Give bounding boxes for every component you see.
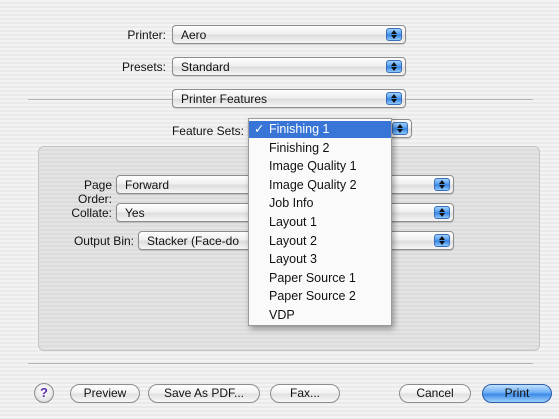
menu-item[interactable]: Layout 2 — [249, 233, 391, 250]
save-as-pdf-button[interactable]: Save As PDF... — [148, 384, 260, 403]
popup-arrows-icon — [434, 206, 450, 219]
print-dialog: { "printer": {"label": "Printer:", "valu… — [0, 0, 559, 419]
menu-item[interactable]: ✓ Finishing 1 — [249, 121, 391, 138]
output-bin-value: Stacker (Face-do — [147, 234, 240, 248]
menu-item-label: Layout 3 — [269, 252, 317, 267]
separator — [28, 363, 533, 364]
output-bin-label: Output Bin: — [73, 234, 134, 248]
page-order-label: Page Order: — [77, 178, 112, 206]
printer-value: Aero — [181, 28, 207, 42]
menu-item[interactable]: Image Quality 2 — [249, 177, 391, 194]
menu-item-label: Layout 1 — [269, 215, 317, 229]
feature-sets-label: Feature Sets: — [171, 124, 244, 138]
panel-popup[interactable]: Printer Features — [172, 89, 406, 108]
presets-value: Standard — [181, 60, 230, 74]
menu-item-label: Layout 2 — [269, 233, 317, 248]
page-order-value: Forward — [125, 178, 170, 192]
feature-sets-menu: ✓ Finishing 1 Finishing 2 Image Quality 1 Im… — [248, 118, 392, 326]
printer-label: Printer: — [127, 28, 166, 42]
presets-label: Presets: — [121, 60, 166, 74]
collate-label: Collate: — [71, 206, 112, 220]
menu-item-label: Image Quality 2 — [269, 177, 357, 192]
popup-arrows-icon — [434, 234, 450, 247]
popup-arrows-icon — [392, 122, 408, 135]
help-button[interactable]: ? — [34, 383, 54, 403]
menu-item-label: Job Info — [269, 196, 314, 211]
menu-item[interactable]: Paper Source 2 — [249, 288, 391, 305]
menu-item[interactable]: Image Quality 1 — [249, 158, 391, 175]
presets-popup[interactable]: Standard — [172, 57, 406, 76]
menu-item[interactable]: Layout 1 — [249, 214, 391, 231]
collate-value: Yes — [125, 206, 145, 220]
checkmark-icon: ✓ — [254, 122, 265, 136]
menu-item[interactable]: Job Info — [249, 195, 391, 212]
panel-value: Printer Features — [181, 92, 268, 106]
menu-item-label: Finishing 1 — [269, 122, 330, 136]
menu-item-label: VDP — [269, 308, 295, 322]
menu-item-label: Paper Source 2 — [269, 289, 356, 304]
fax-button[interactable]: Fax... — [270, 384, 340, 403]
help-icon: ? — [40, 385, 48, 400]
printer-popup[interactable]: Aero — [172, 25, 406, 44]
popup-arrows-icon — [386, 28, 402, 41]
menu-item[interactable]: Finishing 2 — [249, 140, 391, 157]
menu-item[interactable]: Layout 3 — [249, 251, 391, 268]
cancel-button[interactable]: Cancel — [399, 384, 471, 403]
menu-item[interactable]: VDP — [249, 307, 391, 324]
menu-item-label: Finishing 2 — [269, 140, 330, 155]
menu-item[interactable]: Paper Source 1 — [249, 270, 391, 287]
popup-arrows-icon — [434, 178, 450, 191]
print-button[interactable]: Print — [482, 384, 552, 403]
preview-button[interactable]: Preview — [70, 384, 140, 403]
popup-arrows-icon — [386, 60, 402, 73]
popup-arrows-icon — [386, 92, 402, 105]
menu-item-label: Image Quality 1 — [269, 159, 357, 174]
menu-item-label: Paper Source 1 — [269, 270, 356, 285]
